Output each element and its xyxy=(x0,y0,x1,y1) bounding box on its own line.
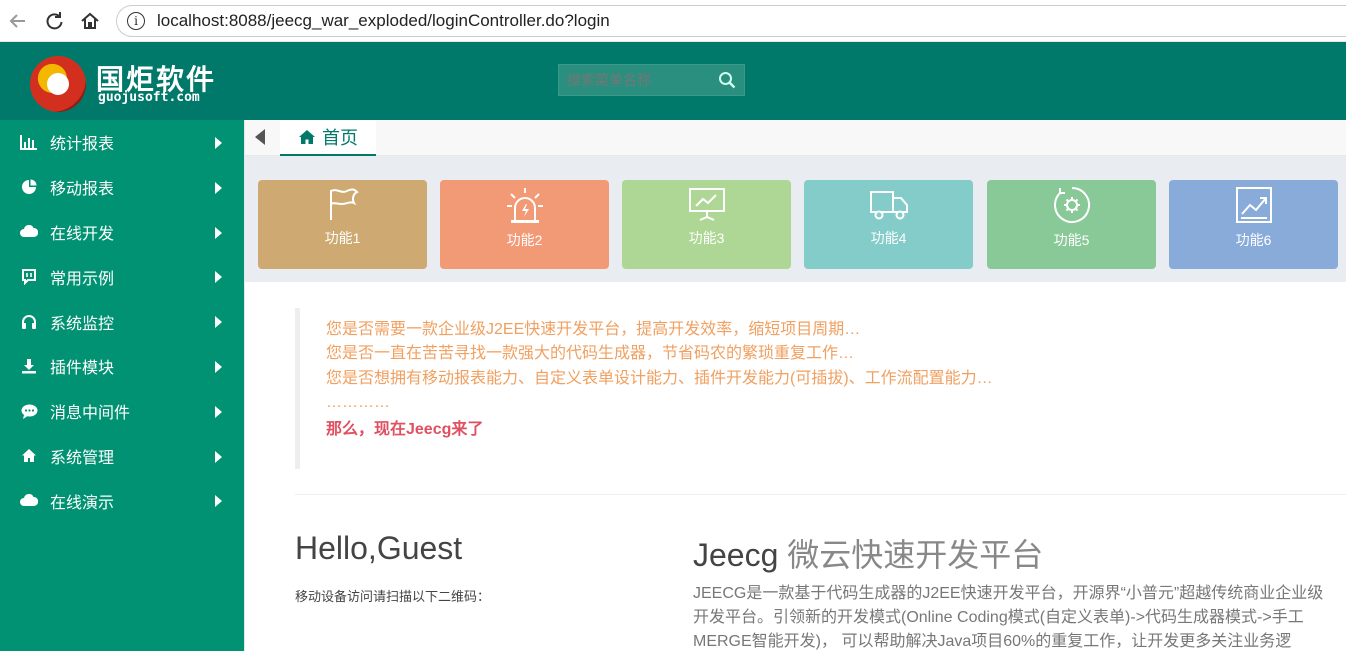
intro-line: ………… xyxy=(326,394,390,412)
tab-bar: 首页 xyxy=(245,120,1346,156)
tab-home-label: 首页 xyxy=(322,128,358,148)
sidebar-item-label: 在线开发 xyxy=(50,225,115,243)
sidebar-item-label: 移动报表 xyxy=(50,181,115,199)
function-tiles: 功能1 功能2 功能3 功能4 功能5 功能6 xyxy=(245,156,1346,282)
caret-right-icon xyxy=(215,181,222,194)
caret-right-icon xyxy=(215,316,222,329)
tile-function-6[interactable]: 功能6 xyxy=(1169,180,1338,269)
gear-circle-icon xyxy=(1053,187,1090,223)
sidebar-item-label: 在线演示 xyxy=(50,494,115,512)
hello-title: Hello,Guest xyxy=(295,530,463,566)
sidebar-item-label: 消息中间件 xyxy=(50,405,131,423)
sidebar-item-demo[interactable]: 在线演示 xyxy=(0,478,244,523)
sidebar-item-plugins[interactable]: 插件模块 xyxy=(0,344,244,389)
intro-blockquote: 您是否需要一款企业级J2EE快速开发平台，提高开发效率，缩短项目周期… 您是否一… xyxy=(295,308,1195,469)
trend-chart-icon xyxy=(1235,187,1272,223)
sidebar-item-label: 系统管理 xyxy=(50,449,115,467)
tile-label: 功能3 xyxy=(688,230,725,246)
sidebar-item-system[interactable]: 系统管理 xyxy=(0,434,244,479)
headphones-icon xyxy=(20,313,38,331)
qr-hint: 移动设备访问请扫描以下二维码： xyxy=(295,589,491,604)
home-button[interactable] xyxy=(72,3,108,39)
caret-right-icon xyxy=(215,360,222,373)
caret-right-icon xyxy=(215,450,222,463)
sidebar-item-messaging[interactable]: 消息中间件 xyxy=(0,389,244,434)
caret-right-icon xyxy=(215,226,222,239)
logo[interactable]: 国炬软件 guojusoft.com xyxy=(28,54,248,112)
jeecg-title-sub: 微云快速开发平台 xyxy=(787,537,1044,573)
scroll-left-icon[interactable] xyxy=(255,129,265,145)
caret-right-icon xyxy=(215,137,222,149)
tile-function-3[interactable]: 功能3 xyxy=(622,180,791,269)
search-input[interactable] xyxy=(567,72,717,88)
chat-bubble-icon xyxy=(20,268,38,286)
sidebar-item-monitor[interactable]: 系统监控 xyxy=(0,299,244,344)
jeecg-title: Jeecg 微云快速开发平台 xyxy=(693,530,1043,576)
info-icon[interactable]: i xyxy=(127,11,145,30)
caret-right-icon xyxy=(215,271,222,284)
tile-function-5[interactable]: 功能5 xyxy=(987,180,1156,269)
url-text: localhost:8088/jeecg_war_exploded/loginC… xyxy=(157,10,610,30)
sidebar-item-online-dev[interactable]: 在线开发 xyxy=(0,210,244,255)
main-content: 您是否需要一款企业级J2EE快速开发平台，提高开发效率，缩短项目周期… 您是否一… xyxy=(245,282,1346,651)
address-bar[interactable]: i localhost:8088/jeecg_war_exploded/logi… xyxy=(116,4,1346,37)
download-icon xyxy=(20,357,38,375)
sidebar-item-examples[interactable]: 常用示例 xyxy=(0,254,244,299)
flag-icon xyxy=(329,188,359,220)
intro-final-line: 那么，现在Jeecg来了 xyxy=(326,420,484,438)
reload-button[interactable] xyxy=(36,3,72,39)
cloud-icon xyxy=(20,492,38,510)
jeecg-description: JEECG是一款基于代码生成器的J2EE快速开发平台，开源界“小普元”超越传统商… xyxy=(693,585,1324,650)
caret-right-icon xyxy=(215,495,222,508)
sidebar-item-stat-report[interactable]: 统计报表 xyxy=(0,120,244,165)
alarm-light-icon xyxy=(506,188,543,223)
sidebar-item-label: 插件模块 xyxy=(50,360,115,378)
comment-icon xyxy=(20,402,38,420)
sidebar: 统计报表 移动报表 在线开发 常用示例 系统监控 插件模块 消息中间件 系统管理 xyxy=(0,120,245,651)
sidebar-item-mobile-report[interactable]: 移动报表 xyxy=(0,165,244,210)
pie-chart-icon xyxy=(20,178,38,196)
intro-line: 您是否想拥有移动报表能力、自定义表单设计能力、插件开发能力(可插拔)、工作流配置… xyxy=(326,369,993,387)
tile-label: 功能6 xyxy=(1235,232,1272,248)
truck-icon xyxy=(869,191,908,220)
logo-en-text: guojusoft.com xyxy=(98,90,200,105)
cloud-icon xyxy=(20,223,38,241)
sidebar-item-label: 统计报表 xyxy=(50,136,115,154)
browser-toolbar: i localhost:8088/jeecg_war_exploded/logi… xyxy=(0,0,1346,42)
divider xyxy=(295,494,1346,495)
home-icon xyxy=(20,447,38,465)
sidebar-item-label: 常用示例 xyxy=(50,270,115,288)
back-button[interactable] xyxy=(0,3,36,39)
caret-right-icon xyxy=(215,405,222,418)
tile-label: 功能2 xyxy=(506,232,543,248)
tab-home[interactable]: 首页 xyxy=(280,120,376,156)
sidebar-item-label: 系统监控 xyxy=(50,315,115,333)
bar-chart-icon xyxy=(20,133,38,151)
tile-label: 功能4 xyxy=(870,230,907,246)
tile-function-4[interactable]: 功能4 xyxy=(804,180,973,269)
presentation-icon xyxy=(688,188,725,221)
menu-search xyxy=(558,64,745,96)
search-icon[interactable] xyxy=(718,71,736,89)
tile-function-1[interactable]: 功能1 xyxy=(258,180,427,269)
app-header: 国炬软件 guojusoft.com xyxy=(0,42,1346,120)
intro-line: 您是否一直在苦苦寻找一款强大的代码生成器，节省码农的繁琐重复工作… xyxy=(326,345,855,363)
tile-label: 功能5 xyxy=(1053,232,1090,248)
home-icon xyxy=(299,130,315,144)
jeecg-title-main: Jeecg xyxy=(693,537,779,573)
tile-label: 功能1 xyxy=(324,230,361,246)
tile-function-2[interactable]: 功能2 xyxy=(440,180,609,269)
logo-mark-icon xyxy=(30,56,86,112)
intro-line: 您是否需要一款企业级J2EE快速开发平台，提高开发效率，缩短项目周期… xyxy=(326,321,861,338)
